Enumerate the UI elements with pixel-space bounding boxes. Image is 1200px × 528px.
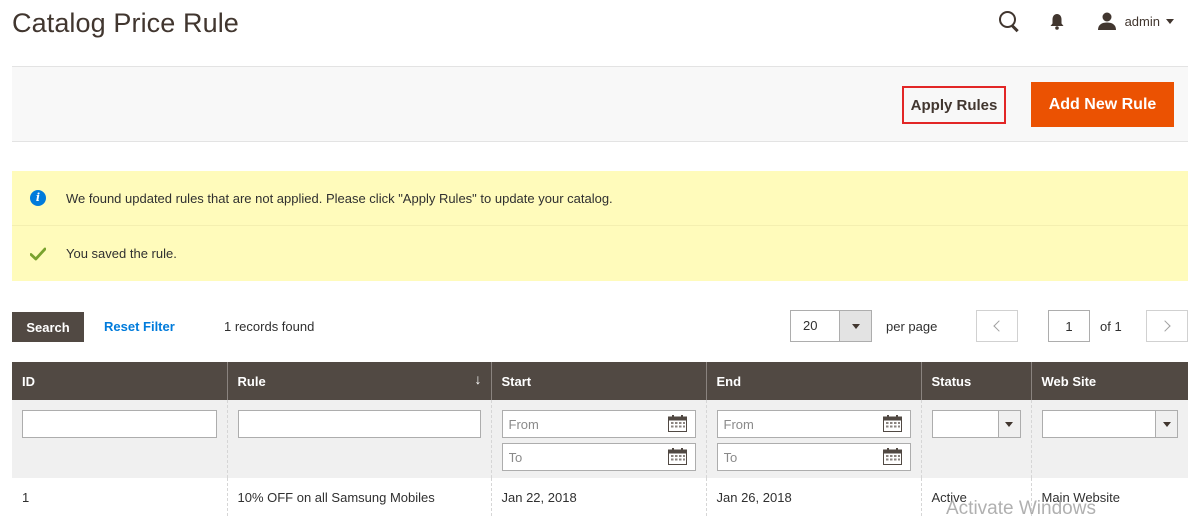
records-found-count: 1 records found (224, 319, 315, 334)
column-header-rule-label: Rule (237, 373, 266, 389)
current-page-input[interactable] (1048, 310, 1090, 342)
chevron-down-icon (1005, 421, 1013, 427)
website-filter-toggle[interactable] (1155, 411, 1177, 437)
rule-filter-input[interactable] (237, 410, 481, 438)
user-account-menu[interactable]: admin (1097, 11, 1174, 31)
bell-icon[interactable] (1047, 10, 1067, 32)
start-to-input[interactable] (501, 443, 696, 471)
column-header-status[interactable]: Status (920, 362, 1031, 400)
page-title: Catalog Price Rule (12, 8, 239, 38)
success-message: You saved the rule. (12, 226, 1188, 281)
column-header-website[interactable]: Web Site (1030, 362, 1188, 400)
grid-controls: Search Reset Filter 1 records found 20 p… (12, 310, 1188, 344)
end-to-wrapper (716, 443, 911, 471)
column-header-start[interactable]: Start (490, 362, 706, 400)
column-header-end[interactable]: End (705, 362, 921, 400)
chevron-down-icon (851, 323, 860, 329)
end-to-input[interactable] (716, 443, 911, 471)
cell-status: Active (920, 478, 1031, 516)
chevron-right-icon (1159, 320, 1171, 332)
total-pages-label: of 1 (1100, 319, 1122, 334)
per-page-label: per page (886, 319, 938, 334)
column-header-rule[interactable]: Rule ↓ (226, 362, 491, 400)
filter-cell-id (12, 400, 227, 478)
start-to-wrapper (501, 443, 696, 471)
grid-header-row: ID Rule ↓ Start End Status Web Site (12, 362, 1188, 400)
add-new-rule-button[interactable]: Add New Rule (1031, 82, 1174, 127)
calendar-icon[interactable] (667, 415, 687, 432)
info-message-text: We found updated rules that are not appl… (66, 190, 613, 206)
page-actions-bar: Apply Rules Add New Rule (12, 66, 1188, 142)
cell-end: Jan 26, 2018 (705, 478, 921, 516)
id-filter-input[interactable] (22, 410, 217, 438)
apply-rules-button[interactable]: Apply Rules (902, 86, 1006, 124)
catalog-rules-grid: ID Rule ↓ Start End Status Web Site From… (12, 362, 1188, 516)
end-from-input[interactable] (716, 410, 911, 438)
info-icon: i (30, 190, 46, 206)
search-icon[interactable] (997, 9, 1021, 33)
filter-cell-start (490, 400, 706, 478)
table-row[interactable]: 1 10% OFF on all Samsung Mobiles Jan 22,… (12, 478, 1188, 516)
cell-website: Main Website (1030, 478, 1188, 516)
filter-cell-status (920, 400, 1031, 478)
bell-glyph (1050, 13, 1064, 30)
cell-rule: 10% OFF on all Samsung Mobiles (226, 478, 491, 516)
checkmark-icon (30, 246, 46, 262)
success-message-text: You saved the rule. (66, 246, 177, 261)
per-page-value: 20 (803, 318, 818, 333)
chevron-down-icon (1166, 19, 1174, 24)
previous-page-button[interactable] (976, 310, 1018, 342)
per-page-select[interactable]: 20 (790, 310, 872, 342)
reset-filter-link[interactable]: Reset Filter (104, 319, 175, 334)
grid-filter-row (12, 400, 1188, 478)
status-filter-toggle[interactable] (997, 411, 1020, 437)
filter-cell-end (705, 400, 921, 478)
cell-start: Jan 22, 2018 (490, 478, 706, 516)
start-from-input[interactable] (501, 410, 696, 438)
per-page-dropdown-toggle[interactable] (839, 311, 871, 341)
next-page-button[interactable] (1146, 310, 1188, 342)
chevron-down-icon (1162, 421, 1171, 427)
filter-cell-rule (226, 400, 491, 478)
cell-id: 1 (12, 478, 227, 516)
calendar-icon[interactable] (667, 448, 687, 465)
chevron-left-icon (993, 320, 1005, 332)
header-actions: admin (997, 6, 1174, 36)
user-icon (1097, 12, 1116, 30)
filter-cell-website (1030, 400, 1188, 478)
calendar-icon[interactable] (882, 448, 902, 465)
info-message: i We found updated rules that are not ap… (12, 171, 1188, 226)
column-header-id[interactable]: ID (12, 362, 227, 400)
sort-arrow-icon: ↓ (474, 371, 482, 387)
status-filter-select[interactable] (931, 410, 1021, 438)
website-filter-select[interactable] (1041, 410, 1178, 438)
calendar-icon[interactable] (882, 415, 902, 432)
end-from-wrapper (716, 410, 911, 438)
start-from-wrapper (501, 410, 696, 438)
user-name: admin (1124, 13, 1160, 29)
search-button[interactable]: Search (12, 312, 84, 342)
